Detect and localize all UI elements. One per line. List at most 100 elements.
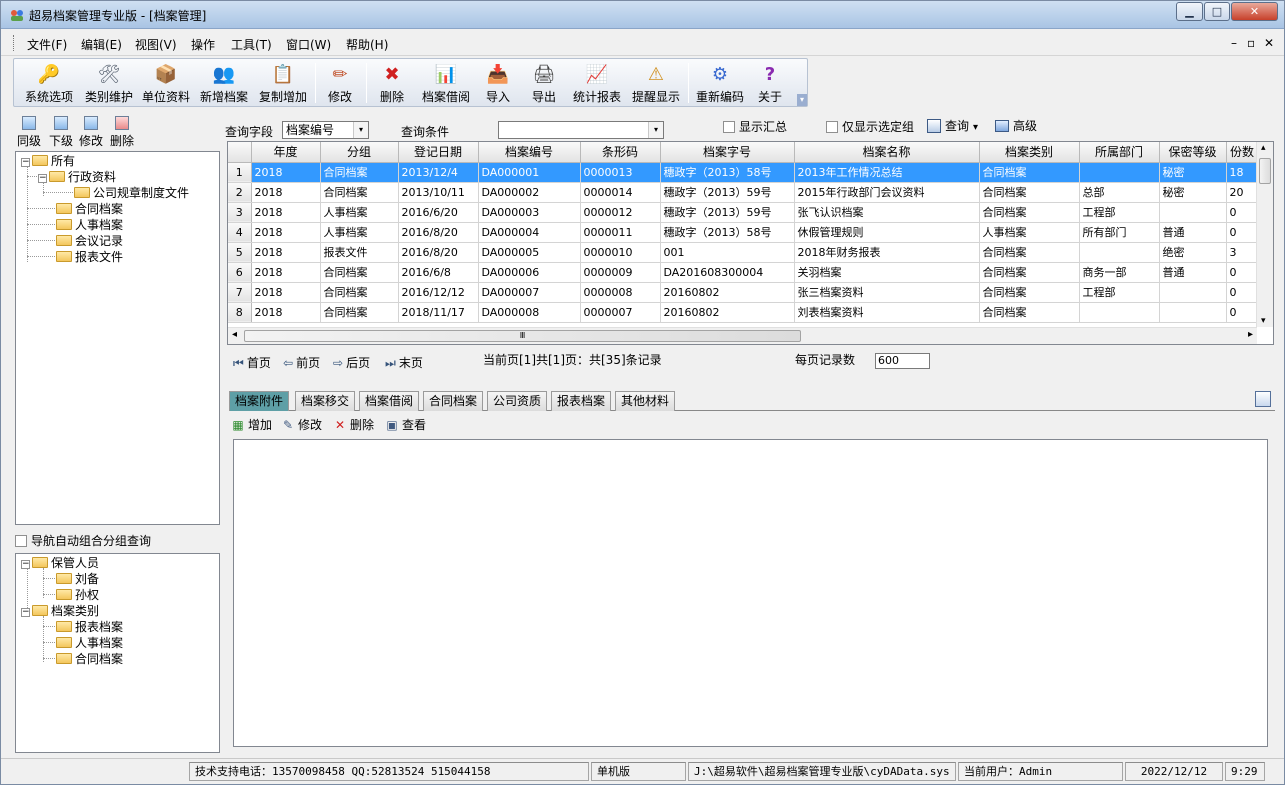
attach-view-button[interactable]: ▣ 查看 (385, 416, 426, 433)
reminder-button[interactable]: ⚠ 提醒显示 (628, 61, 684, 105)
table-cell[interactable]: 秘密 (1159, 182, 1227, 203)
table-cell[interactable]: 20 (1226, 182, 1259, 203)
table-cell[interactable]: 普通 (1159, 222, 1227, 243)
table-cell[interactable]: 2018 (251, 182, 321, 203)
table-cell[interactable]: 合同档案 (979, 282, 1080, 303)
stat-report-button[interactable]: 📈 统计报表 (569, 61, 625, 105)
table-cell[interactable]: DA000007 (478, 282, 581, 303)
sub-level-button[interactable]: 下级 (49, 116, 73, 149)
table-cell[interactable]: 2018 (251, 302, 321, 323)
tree-node-type[interactable]: 合同档案 (56, 651, 123, 667)
table-cell[interactable]: 穗政字（2013）59号 (660, 202, 795, 223)
row-number-header[interactable] (228, 142, 252, 163)
collapse-icon[interactable]: − (21, 158, 30, 167)
row-number-cell[interactable]: 3 (228, 202, 252, 223)
grid-horizontal-scrollbar[interactable]: ◂ Ⅲ ▸ (228, 327, 1257, 344)
menu-window[interactable]: 窗口(W) (286, 36, 331, 53)
table-cell[interactable]: 合同档案 (320, 262, 399, 283)
table-cell[interactable] (1079, 242, 1160, 263)
row-number-cell[interactable]: 2 (228, 182, 252, 203)
nav-auto-group-checkbox[interactable] (15, 535, 27, 547)
table-row[interactable]: 4 2018 人事档案 2016/8/20 DA000004 0000011 穗政字（201… (228, 222, 1259, 243)
column-header[interactable]: 保密等级 (1159, 142, 1227, 163)
unit-info-button[interactable]: 📦 单位资料 (138, 61, 194, 105)
attach-delete-button[interactable]: ✕ 删除 (333, 416, 374, 433)
table-cell[interactable]: 2013/12/4 (398, 162, 479, 183)
table-row[interactable]: 6 2018 合同档案 2016/6/8 DA000006 0000009 DA201608… (228, 262, 1259, 283)
table-cell[interactable]: DA000006 (478, 262, 581, 283)
table-cell[interactable]: 合同档案 (979, 162, 1080, 183)
table-cell[interactable]: DA000004 (478, 222, 581, 243)
table-cell[interactable]: DA000003 (478, 202, 581, 223)
only-selected-checkbox[interactable] (826, 121, 838, 133)
table-cell[interactable]: 0 (1226, 222, 1259, 243)
row-number-cell[interactable]: 1 (228, 162, 252, 183)
last-page-button[interactable]: ⏭ 末页 (385, 354, 423, 371)
table-cell[interactable] (1159, 302, 1227, 323)
table-row[interactable]: 3 2018 人事档案 2016/6/20 DA000003 0000012 穗政字（201… (228, 202, 1259, 223)
tab-transfer[interactable]: 档案移交 (295, 391, 356, 411)
table-cell[interactable]: 0000008 (580, 282, 661, 303)
table-cell[interactable]: 合同档案 (979, 182, 1080, 203)
tab-other[interactable]: 其他材料 (615, 391, 676, 411)
minimize-button[interactable]: ▁ (1176, 2, 1203, 21)
table-cell[interactable]: DA000008 (478, 302, 581, 323)
tab-qualification[interactable]: 公司资质 (487, 391, 548, 411)
menu-help[interactable]: 帮助(H) (346, 36, 388, 53)
tree-node-hr[interactable]: 人事档案 (56, 217, 123, 233)
table-cell[interactable]: 2015年行政部门会议资料 (794, 182, 980, 203)
scroll-left-icon[interactable]: ◂ (232, 329, 237, 340)
table-cell[interactable]: 普通 (1159, 262, 1227, 283)
table-cell[interactable]: 人事档案 (320, 202, 399, 223)
table-cell[interactable]: 2018/11/17 (398, 302, 479, 323)
attachment-area[interactable] (233, 439, 1268, 747)
scroll-right-icon[interactable]: ▸ (1248, 329, 1253, 340)
table-cell[interactable]: DA000002 (478, 182, 581, 203)
advanced-button[interactable]: 高级 (995, 117, 1037, 134)
tree-node-keeper[interactable]: 孙权 (56, 587, 99, 603)
menu-view[interactable]: 视图(V) (135, 36, 177, 53)
table-row[interactable]: 8 2018 合同档案 2018/11/17 DA000008 0000007 201608… (228, 302, 1259, 323)
table-cell[interactable]: 合同档案 (979, 302, 1080, 323)
row-number-cell[interactable]: 4 (228, 222, 252, 243)
row-number-cell[interactable]: 6 (228, 262, 252, 283)
row-number-cell[interactable]: 8 (228, 302, 252, 323)
table-cell[interactable]: 绝密 (1159, 242, 1227, 263)
table-cell[interactable]: 穗政字（2013）59号 (660, 182, 795, 203)
table-cell[interactable]: 总部 (1079, 182, 1160, 203)
table-cell[interactable]: 2018 (251, 222, 321, 243)
attach-edit-button[interactable]: ✎ 修改 (281, 416, 322, 433)
table-cell[interactable]: 0 (1226, 262, 1259, 283)
table-cell[interactable]: 0000014 (580, 182, 661, 203)
table-cell[interactable]: 穗政字（2013）58号 (660, 162, 795, 183)
table-cell[interactable]: 2016/8/20 (398, 242, 479, 263)
table-cell[interactable]: 20160802 (660, 282, 795, 303)
table-cell[interactable]: DA000001 (478, 162, 581, 183)
tree-node-keeper[interactable]: 刘备 (56, 571, 99, 587)
tree-node-rules[interactable]: 公司规章制度文件 (74, 185, 189, 201)
table-row[interactable]: 5 2018 报表文件 2016/8/20 DA000005 0000010 001 2018… (228, 242, 1259, 263)
table-cell[interactable]: 2018 (251, 162, 321, 183)
table-cell[interactable]: 2013/10/11 (398, 182, 479, 203)
column-header[interactable]: 年度 (251, 142, 321, 163)
table-cell[interactable]: 18 (1226, 162, 1259, 183)
table-cell[interactable]: 2016/6/20 (398, 202, 479, 223)
table-cell[interactable]: 0000013 (580, 162, 661, 183)
vertical-scroll-thumb[interactable] (1259, 158, 1271, 184)
table-row[interactable]: 7 2018 合同档案 2016/12/12 DA000007 0000008 201608… (228, 282, 1259, 303)
table-cell[interactable]: 2016/6/8 (398, 262, 479, 283)
column-header[interactable]: 登记日期 (398, 142, 479, 163)
menu-file[interactable]: 文件(F) (27, 36, 67, 53)
table-cell[interactable]: 2018 (251, 242, 321, 263)
table-cell[interactable]: 张飞认识档案 (794, 202, 980, 223)
tab-list-icon[interactable] (1255, 391, 1271, 407)
collapse-icon[interactable]: − (21, 608, 30, 617)
tree-delete-button[interactable]: 删除 (110, 116, 134, 149)
table-cell[interactable]: 0000012 (580, 202, 661, 223)
table-cell[interactable]: 合同档案 (320, 162, 399, 183)
recode-button[interactable]: ⚙ 重新编码 (692, 61, 748, 105)
mdi-close-button[interactable]: ✕ (1264, 36, 1274, 50)
borrow-button[interactable]: 📊 档案借阅 (417, 61, 475, 105)
column-header[interactable]: 档案类别 (979, 142, 1080, 163)
column-header[interactable]: 份数 (1226, 142, 1259, 163)
